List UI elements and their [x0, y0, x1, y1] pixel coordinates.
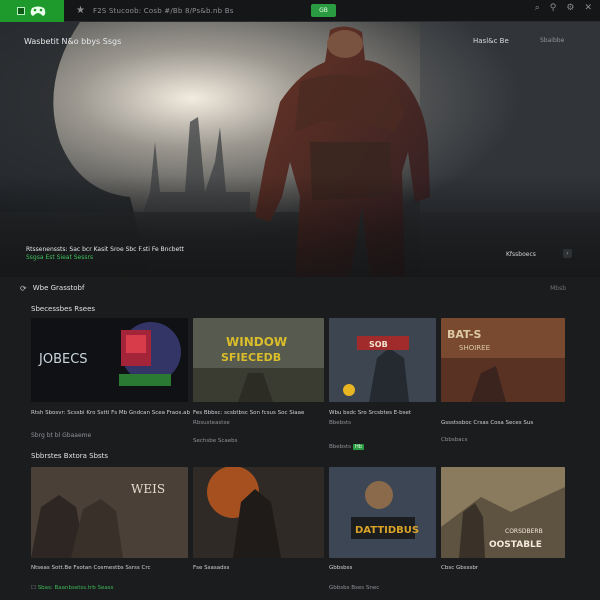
game-card[interactable]: WEIS — [31, 467, 188, 558]
card-art-title: OOSTABLE — [489, 540, 542, 550]
row2-title: Sbbrstes Bxtora Sbsts — [31, 452, 109, 460]
hero-caption: Rtssenenssts: Sac bcr Kasit Sroe Sbc F.s… — [26, 246, 184, 253]
card-subtitle[interactable]: Sbrg bt bl Gbaaeme — [31, 432, 91, 439]
card-caption[interactable]: Ntseas Sott.Be Fsotan Cosmestbs Ssrss Cr… — [31, 565, 151, 571]
card-subtitle: Cbbsbacs — [441, 437, 468, 443]
card-art: WEIS — [31, 467, 188, 558]
search-icon[interactable]: ⌕ — [535, 3, 540, 13]
card-caption[interactable]: Rtsh Sbosvr: Scssbi Kro Sstti Fs Mb Gndc… — [31, 410, 190, 416]
hero-link-secondary[interactable]: Sbaibbe — [540, 37, 564, 44]
card-art-subtitle: CORSDBERB — [505, 528, 543, 535]
card-art-title: WINDOW — [226, 335, 287, 349]
card-art-title: WEIS — [131, 482, 165, 496]
row1-title: Sbecessbes Rsees — [31, 305, 96, 313]
card-subtitle[interactable]: Gbbsbs Bses Snec — [329, 585, 379, 591]
card-art-title: DATTIDBUS — [355, 525, 419, 536]
game-card[interactable]: BAT-S SHOIREE — [441, 318, 565, 402]
center-badge[interactable]: GB — [311, 4, 336, 17]
card-art: DATTIDBUS — [329, 467, 436, 558]
card-art: SOB — [329, 318, 436, 402]
card-caption[interactable]: Fes Bbbsc: scsbtbsc Son fcsus Soc Siaae — [193, 410, 304, 416]
next-arrow-icon[interactable]: › — [563, 249, 572, 258]
star-icon[interactable]: ★ — [76, 5, 85, 16]
card-tag[interactable]: Sechsbe Scaebs — [193, 438, 238, 444]
card-art-title: JOBECS — [38, 352, 88, 367]
card-art — [193, 467, 324, 558]
hero-link[interactable]: Hasl&c Be — [473, 37, 509, 45]
card-art: JOBECS — [31, 318, 188, 402]
game-card[interactable]: SOB — [329, 318, 436, 402]
card-art: BAT-S SHOIREE — [441, 318, 565, 402]
settings-icon[interactable]: ⚙ — [566, 3, 574, 13]
card-caption[interactable]: Cbsc Gbsssbr — [441, 565, 478, 571]
refresh-icon[interactable]: ⟳ — [20, 284, 27, 293]
hero-artwork — [0, 22, 600, 277]
close-icon[interactable]: ✕ — [584, 3, 592, 13]
hero-action-button[interactable]: Kfssboecs — [506, 251, 536, 258]
hero-subcaption[interactable]: Ssgsa Est Sieat Sessrs — [26, 254, 93, 261]
game-card[interactable]: WINDOW SFIECEDB — [193, 318, 324, 402]
card-subtitle[interactable]: ☐ Sbas: Baanbsetss.trb Seass — [31, 585, 114, 591]
game-card[interactable]: JOBECS — [31, 318, 188, 402]
card-caption[interactable]: Fse Ssasadss — [193, 565, 229, 571]
card-art-subtitle: SFIECEDB — [221, 351, 281, 364]
card-tag[interactable]: Bbebsts Hb — [329, 444, 364, 450]
card-badge: Hb — [353, 444, 364, 450]
card-caption[interactable]: Wbu bsdc Sro Srcsbtes E-bset — [329, 410, 411, 416]
game-card[interactable] — [193, 467, 324, 558]
logo-square-icon — [17, 6, 25, 15]
card-art: CORSDBERB OOSTABLE — [441, 467, 565, 558]
game-card[interactable]: CORSDBERB OOSTABLE — [441, 467, 565, 558]
see-more-link[interactable]: Mbsb — [550, 285, 566, 292]
hero-banner[interactable]: Wasbetit N&o bbys Ssgs Hasl&c Be Sbaibbe… — [0, 22, 600, 277]
checkbox-icon[interactable]: ☐ — [31, 585, 36, 591]
card-subtitle: Rbsusteastse — [193, 420, 230, 426]
notification-icon[interactable]: ⚲ — [550, 3, 557, 13]
card-caption[interactable]: Gbbsbss — [329, 565, 352, 571]
card-subtitle-text: Sbas: Baanbsetss.trb Seass — [37, 585, 114, 591]
card-subtitle: Bbebsts — [329, 420, 352, 426]
hero-title: Wasbetit N&o bbys Ssgs — [24, 37, 122, 46]
card-art-title: BAT-S — [447, 328, 481, 341]
card-art: WINDOW SFIECEDB — [193, 318, 324, 402]
card-art-title: SOB — [369, 340, 388, 349]
card-tag-label: Bbebsts — [329, 444, 352, 450]
game-card[interactable]: DATTIDBUS — [329, 467, 436, 558]
section-header: ⟳ Wbe Grasstobf Mbsb — [20, 282, 580, 294]
section-title: Wbe Grasstobf — [32, 284, 85, 292]
app-logo[interactable] — [0, 0, 64, 22]
card-art-subtitle: SHOIREE — [459, 344, 490, 352]
top-nav-text[interactable]: F2S Stucoob: Cosb #/Bb 8/Ps&b.nb Bs — [93, 7, 234, 15]
controller-icon — [30, 6, 46, 16]
top-bar: ★ F2S Stucoob: Cosb #/Bb 8/Ps&b.nb Bs GB… — [0, 0, 600, 22]
card-caption[interactable]: Gssstssboc Crsas Cosa Seces Sus — [441, 420, 533, 426]
